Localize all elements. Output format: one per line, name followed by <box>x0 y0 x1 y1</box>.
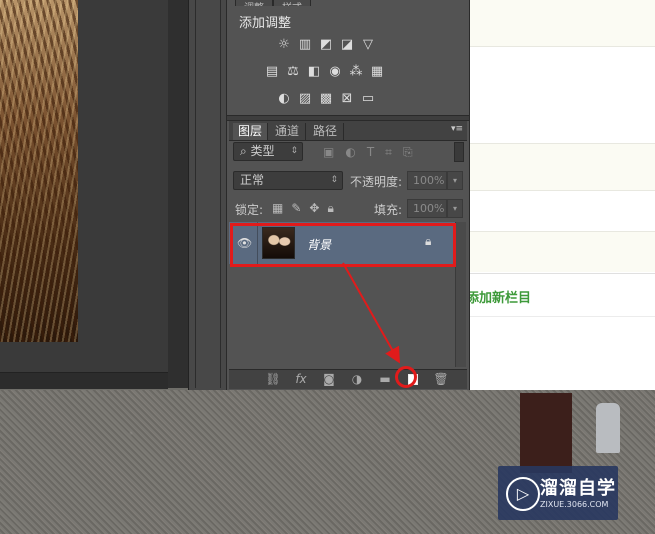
vibrance-icon[interactable]: ▽ <box>361 38 375 52</box>
photo-filter-icon[interactable]: ◉ <box>328 65 342 79</box>
canvas-vertical-scrollbar[interactable] <box>168 0 188 388</box>
lock-all-icon[interactable]: 🔒︎ <box>327 201 333 216</box>
adjustments-tabs: 调整样式 <box>235 0 311 6</box>
search-icon: ⌕ <box>240 144 251 158</box>
circle-annotation <box>395 366 417 388</box>
trash-icon[interactable]: 🗑︎ <box>433 372 449 386</box>
watermark-logo: ▷ 溜溜自学 ZIXUE.3066.COM <box>498 466 618 520</box>
filter-kind-value: 类型 <box>250 144 275 158</box>
curves-icon[interactable]: ◩ <box>319 38 333 52</box>
watermark-url: ZIXUE.3066.COM <box>540 500 609 509</box>
fill-dropdown-icon[interactable]: ▾ <box>447 199 463 218</box>
opacity-label: 不透明度: <box>350 175 403 189</box>
link-layers-icon[interactable]: ⛓ <box>265 372 281 386</box>
opacity-input[interactable]: 100% <box>407 171 447 190</box>
adjustment-layer-icon[interactable]: ◑ <box>349 372 365 386</box>
panel-menu-icon[interactable]: ▾≡ <box>451 124 463 134</box>
threshold-icon[interactable]: ▩ <box>319 92 333 106</box>
lock-icons: ▦ ✎ ✥ 🔒︎ <box>272 201 334 216</box>
brightness-contrast-icon[interactable]: ☼ <box>277 38 291 52</box>
background-webpage: 添加新栏目 <box>466 0 655 392</box>
black-white-icon[interactable]: ◧ <box>307 65 321 79</box>
document-canvas[interactable] <box>0 0 188 388</box>
smart-object-filter-icon[interactable]: ⎘ <box>403 145 413 160</box>
tab-channels[interactable]: 通道 <box>269 123 306 140</box>
adjustment-filter-icon[interactable]: ◐ <box>345 145 355 160</box>
layer-list-scrollbar[interactable] <box>455 222 466 367</box>
lock-position-icon[interactable]: ✥ <box>309 201 319 216</box>
posterize-icon[interactable]: ▨ <box>298 92 312 106</box>
color-lookup-icon[interactable]: ▦ <box>370 65 384 79</box>
lock-transparent-icon[interactable]: ▦ <box>272 201 283 216</box>
chevron-updown-icon: ⇕ <box>290 146 298 156</box>
channel-mixer-icon[interactable]: ⁂ <box>349 65 363 79</box>
layers-panel-tabs: 图层 通道 路径 ▾≡ <box>229 121 467 141</box>
exposure-icon[interactable]: ◪ <box>340 38 354 52</box>
lock-image-icon[interactable]: ✎ <box>291 201 301 216</box>
invert-icon[interactable]: ◐ <box>277 92 291 106</box>
tab-layers[interactable]: 图层 <box>233 123 268 140</box>
opacity-dropdown-icon[interactable]: ▾ <box>447 171 463 190</box>
tab-paths[interactable]: 路径 <box>307 123 344 140</box>
tab-adjustments[interactable]: 调整 <box>235 0 273 6</box>
add-column-link[interactable]: 添加新栏目 <box>466 287 531 306</box>
adjustments-title: 添加调整 <box>239 16 292 31</box>
panel-dock-strip <box>188 0 228 390</box>
filter-icons: ▣ ◐ T ⌗ ⎘ <box>323 145 413 160</box>
levels-icon[interactable]: ▥ <box>298 38 312 52</box>
tab-styles[interactable]: 样式 <box>273 0 311 6</box>
photoshop-side-panel: 调整样式 添加调整 ☼ ▥ ◩ ◪ ▽ ▤ ⚖ ◧ ◉ ⁂ ▦ ◐ ▨ ▩ ⊠ … <box>226 0 470 390</box>
play-icon: ▷ <box>506 477 540 511</box>
gradient-map-icon[interactable]: ▭ <box>361 92 375 106</box>
add-mask-icon[interactable]: ◙ <box>321 372 337 386</box>
type-filter-icon[interactable]: T <box>367 145 374 160</box>
layers-bottom-toolbar: ⛓ fx ◙ ◑ ▬ 🗑︎ <box>229 369 467 389</box>
canvas-horizontal-scrollbar[interactable] <box>0 372 168 389</box>
color-balance-icon[interactable]: ⚖ <box>286 65 300 79</box>
lock-label: 锁定: <box>235 203 264 217</box>
group-folder-icon[interactable]: ▬ <box>377 372 393 386</box>
layer-filter-select[interactable]: ⌕ 类型 ⇕ <box>233 142 303 161</box>
chevron-updown-icon: ⇕ <box>330 175 338 185</box>
hue-saturation-icon[interactable]: ▤ <box>265 65 279 79</box>
blend-mode-value: 正常 <box>240 173 265 187</box>
watermark-title: 溜溜自学 <box>540 478 616 499</box>
fx-icon[interactable]: fx <box>293 372 309 386</box>
blend-mode-select[interactable]: 正常 ⇕ <box>233 171 343 190</box>
highlight-box-annotation <box>230 223 456 267</box>
selective-color-icon[interactable]: ⊠ <box>340 92 354 106</box>
fill-label: 填充: <box>374 203 403 217</box>
document-photo <box>0 0 78 342</box>
fill-input[interactable]: 100% <box>407 199 447 218</box>
pixel-filter-icon[interactable]: ▣ <box>323 145 334 160</box>
filter-toggle[interactable] <box>454 142 464 162</box>
shape-filter-icon[interactable]: ⌗ <box>385 145 392 160</box>
